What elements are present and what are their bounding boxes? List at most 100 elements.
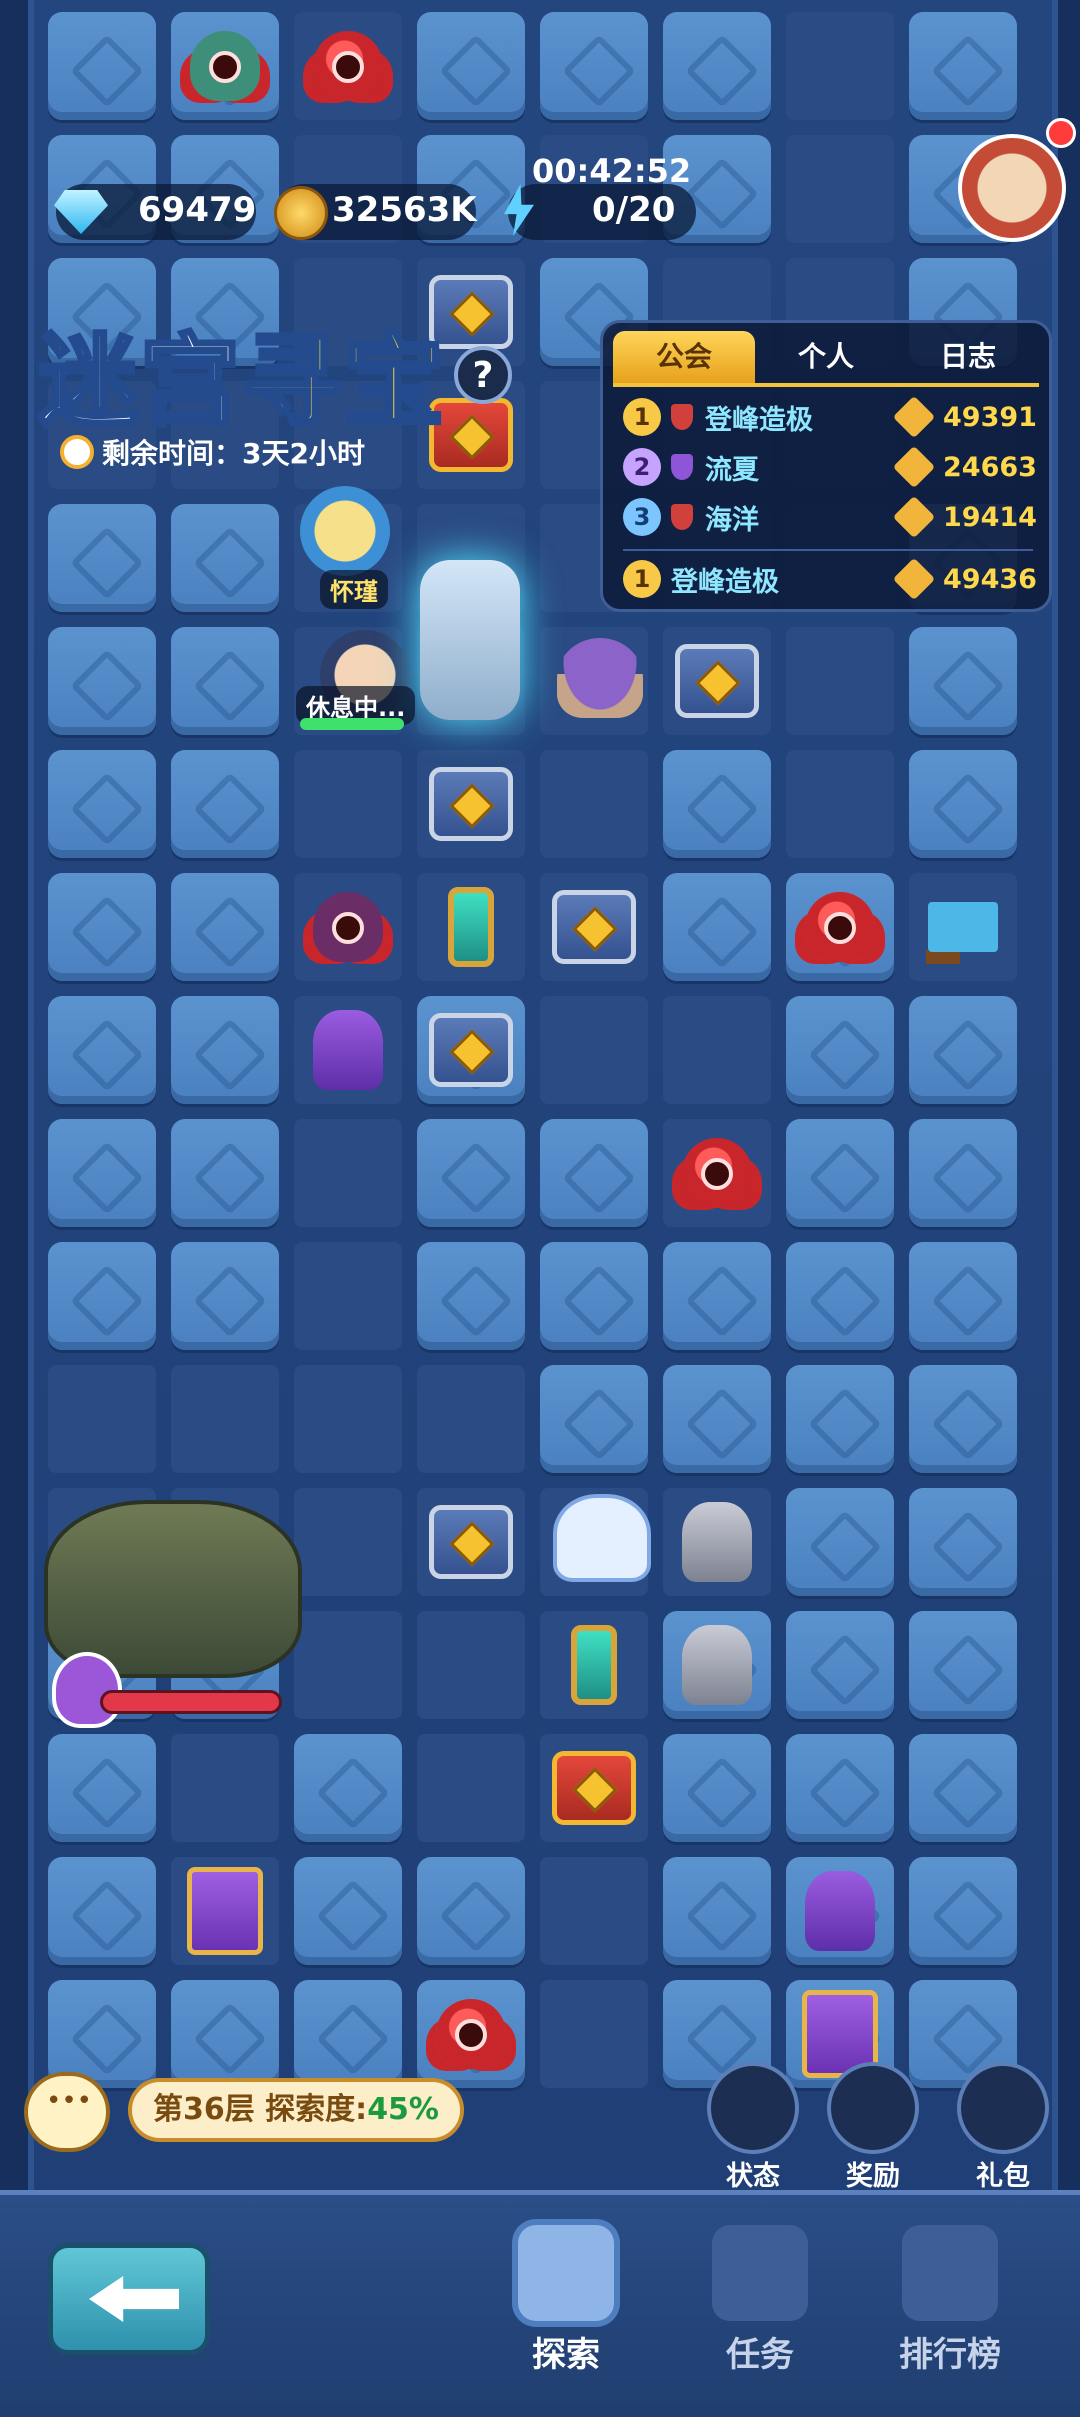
maze-tile[interactable]: [786, 1119, 894, 1227]
maze-tile[interactable]: [540, 12, 648, 120]
maze-tile[interactable]: [48, 627, 156, 735]
treasure-chest[interactable]: [663, 627, 771, 735]
maze-tile[interactable]: [171, 627, 279, 735]
status-button[interactable]: 状态: [698, 2062, 808, 2193]
maze-tile[interactable]: [48, 1857, 156, 1965]
maze-tile[interactable]: [294, 1857, 402, 1965]
ranking-row[interactable]: 3 海洋 19414: [623, 495, 1037, 539]
mushroom-monster[interactable]: [546, 624, 654, 732]
maze-tile[interactable]: [417, 1119, 525, 1227]
goblin-monster[interactable]: [171, 12, 279, 120]
rewards-button[interactable]: 奖励: [818, 2062, 928, 2193]
maze-tile[interactable]: [663, 873, 771, 981]
checkpoint-flag[interactable]: [909, 873, 1017, 981]
maze-tile[interactable]: [294, 1980, 402, 2088]
own-ranking-row[interactable]: 1 登峰造极 49436: [623, 557, 1037, 601]
maze-tile[interactable]: [48, 1119, 156, 1227]
tab-personal[interactable]: 个人: [755, 331, 897, 383]
gift-pack-button[interactable]: 礼包: [948, 2062, 1058, 2193]
maze-tile[interactable]: [294, 1734, 402, 1842]
maze-tile[interactable]: [171, 873, 279, 981]
treasure-chest[interactable]: [417, 1488, 525, 1596]
maze-tile[interactable]: [909, 1119, 1017, 1227]
rank-number: 3: [623, 498, 661, 536]
maze-tile[interactable]: [171, 504, 279, 612]
event-title-part1: 迷宫: [36, 321, 242, 442]
maze-tile[interactable]: [663, 1734, 771, 1842]
treasure-chest[interactable]: [540, 873, 648, 981]
maze-tile[interactable]: [786, 1242, 894, 1350]
nav-tasks[interactable]: 任务: [680, 2225, 840, 2376]
purple-tentacle-monster[interactable]: [294, 996, 402, 1104]
maze-tile[interactable]: [663, 1857, 771, 1965]
maze-tile[interactable]: [786, 1734, 894, 1842]
ranking-row[interactable]: 1 登峰造极 49391: [623, 395, 1037, 439]
maze-tile[interactable]: [909, 996, 1017, 1104]
maze-tile[interactable]: [48, 12, 156, 120]
magic-lantern[interactable]: [540, 1611, 648, 1719]
red-dragon-monster[interactable]: [294, 12, 402, 120]
maze-tile[interactable]: [909, 627, 1017, 735]
tab-guild[interactable]: 公会: [613, 331, 755, 383]
maze-tile[interactable]: [663, 1242, 771, 1350]
red-dragon-monster[interactable]: [786, 873, 894, 981]
magic-lantern[interactable]: [417, 873, 525, 981]
maze-tile[interactable]: [417, 12, 525, 120]
trophy-icon: [902, 2225, 998, 2321]
maze-tile[interactable]: [909, 1365, 1017, 1473]
golden-treasure-chest[interactable]: [540, 1734, 648, 1842]
nav-leaderboard[interactable]: 排行榜: [870, 2225, 1030, 2376]
maze-tile[interactable]: [663, 12, 771, 120]
treasure-chest[interactable]: [417, 750, 525, 858]
red-dragon-monster[interactable]: [663, 1119, 771, 1227]
maze-tile[interactable]: [909, 1488, 1017, 1596]
maze-tile[interactable]: [417, 1242, 525, 1350]
chest-icon: [675, 644, 759, 718]
maze-tile[interactable]: [786, 1611, 894, 1719]
maze-tile[interactable]: [417, 1857, 525, 1965]
nav-explore[interactable]: 探索: [486, 2225, 646, 2376]
stone-tentacle-monster[interactable]: [663, 1611, 771, 1719]
maze-tile[interactable]: [663, 1365, 771, 1473]
maze-tile[interactable]: [909, 1734, 1017, 1842]
chat-button[interactable]: [24, 2072, 110, 2152]
status-label: 状态: [726, 2161, 780, 2192]
ranking-row[interactable]: 2 流夏 24663: [623, 445, 1037, 489]
reaper-monster[interactable]: [294, 873, 402, 981]
treasure-chest[interactable]: [417, 996, 525, 1104]
red-dragon-monster[interactable]: [417, 1980, 525, 2088]
stone-tentacle-monster[interactable]: [663, 1488, 771, 1596]
maze-tile[interactable]: [786, 1488, 894, 1596]
maze-tile[interactable]: [48, 504, 156, 612]
maze-tile[interactable]: [540, 1365, 648, 1473]
maze-tile[interactable]: [909, 1857, 1017, 1965]
ice-ghost-monster[interactable]: [548, 1484, 656, 1592]
mystery-question-bubble[interactable]: ?: [454, 346, 512, 404]
maze-tile[interactable]: [171, 1119, 279, 1227]
maze-tile[interactable]: [909, 1242, 1017, 1350]
back-button[interactable]: [48, 2243, 210, 2355]
maze-tile[interactable]: [540, 1119, 648, 1227]
maze-tile[interactable]: [48, 996, 156, 1104]
magic-book[interactable]: [171, 1857, 279, 1965]
maze-tile[interactable]: [909, 750, 1017, 858]
maze-tile[interactable]: [171, 750, 279, 858]
tab-log[interactable]: 日志: [897, 331, 1039, 383]
maze-tile[interactable]: [48, 1242, 156, 1350]
maze-tile[interactable]: [48, 1734, 156, 1842]
maze-tile[interactable]: [663, 750, 771, 858]
maze-tile[interactable]: [786, 1365, 894, 1473]
maze-tile[interactable]: [540, 1242, 648, 1350]
maze-tile[interactable]: [171, 1980, 279, 2088]
maze-tile[interactable]: [48, 873, 156, 981]
maze-tile[interactable]: [171, 996, 279, 1104]
hero-avatar-1[interactable]: [300, 486, 390, 576]
maze-tile[interactable]: [786, 996, 894, 1104]
maze-tile[interactable]: [171, 1242, 279, 1350]
maze-tile[interactable]: [909, 12, 1017, 120]
player-avatar[interactable]: [958, 134, 1066, 242]
purple-tentacle-monster[interactable]: [786, 1857, 894, 1965]
lantern-icon: [448, 887, 494, 967]
maze-tile[interactable]: [48, 750, 156, 858]
maze-tile[interactable]: [909, 1611, 1017, 1719]
